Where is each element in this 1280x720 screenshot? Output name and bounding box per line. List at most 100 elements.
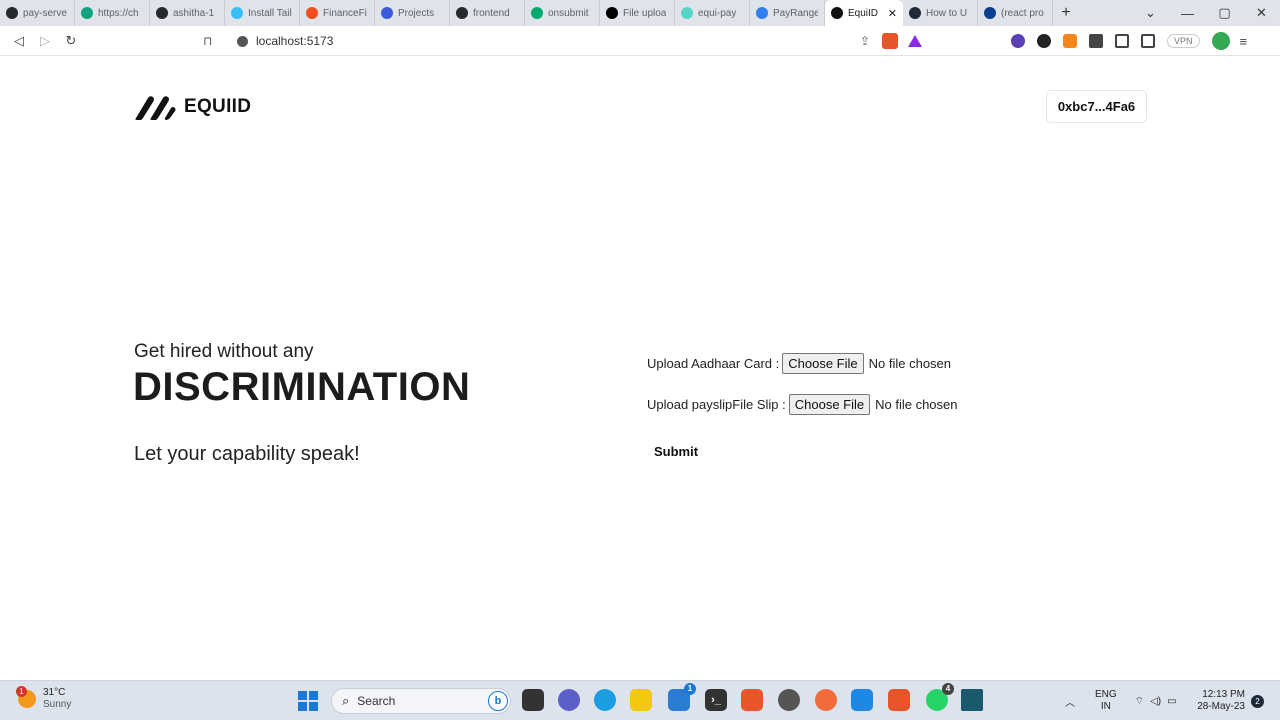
browser-tab[interactable]: Projects [375, 0, 450, 26]
payslip-choose-file-button[interactable]: Choose File [788, 394, 871, 415]
terminal-icon[interactable]: ›_ [705, 689, 727, 711]
hero-headline: DISCRIMINATION [133, 365, 471, 409]
clock-app-icon[interactable] [778, 689, 800, 711]
brave-shields-icon[interactable] [882, 33, 898, 49]
aadhaar-upload-label: Upload Aadhaar Card : [647, 356, 780, 371]
wifi-icon[interactable]: ⌔ [1135, 695, 1144, 708]
replit-icon [681, 7, 693, 19]
browser-tab[interactable]: https://ch [75, 0, 150, 26]
equiid-icon [831, 7, 843, 19]
browser-tab[interactable]: File uploa [600, 0, 675, 26]
back-icon[interactable]: ◁ [6, 33, 32, 49]
browser-tab[interactable]: Install Tail [225, 0, 300, 26]
teams-chat-icon[interactable] [558, 689, 580, 711]
puzzle-icon[interactable] [1089, 34, 1103, 48]
browser-tab-label: File uploa [623, 7, 667, 19]
minimize-icon[interactable]: — [1169, 6, 1206, 21]
browser-tab-label: FinanceFi [323, 7, 367, 19]
browser-tab[interactable]: PayRange [750, 0, 825, 26]
file-explorer-icon[interactable] [630, 689, 652, 711]
browser-tab-label: pay-serve [23, 7, 67, 19]
bing-icon[interactable]: b [488, 691, 508, 711]
wallet-address-button[interactable]: 0xbc7...4Fa6 [1046, 90, 1147, 123]
task-view-icon[interactable] [522, 689, 544, 711]
github-icon [156, 7, 168, 19]
app-icon[interactable] [961, 689, 983, 711]
vpn-button[interactable]: VPN [1167, 34, 1200, 48]
url-text[interactable]: localhost:5173 [256, 34, 333, 48]
browser-tab-label: onsubmit [548, 7, 589, 19]
submit-button[interactable]: Submit [654, 444, 698, 459]
vscode-badge: 1 [684, 683, 696, 695]
browser-tab-label: ashitha-1 [173, 7, 215, 19]
menu-icon[interactable]: ≡ [1240, 34, 1248, 49]
browser-tab[interactable]: (react pro [978, 0, 1053, 26]
restore-icon[interactable]: ▢ [1206, 5, 1243, 21]
new-tab-button[interactable]: + [1053, 4, 1079, 22]
browser-tab[interactable]: frontend [450, 0, 525, 26]
share-icon[interactable]: ⇪ [860, 34, 870, 48]
bookmark-icon[interactable]: ⊓ [203, 34, 212, 48]
address-bar[interactable]: ⊓ localhost:5173 ⇪ [195, 29, 928, 53]
extension-icon[interactable] [1037, 34, 1051, 48]
brand-logo[interactable]: EQUIID [134, 94, 251, 120]
payrange-icon [756, 7, 768, 19]
tab-search-icon[interactable]: ⌄ [1132, 5, 1169, 21]
weather-condition: Sunny [43, 699, 72, 710]
browser-tab-strip: pay-serve https://ch ashitha-1 Install Tail… [0, 0, 1280, 26]
taskbar-search-placeholder: Search [357, 694, 396, 708]
whatsapp-icon[interactable]: 4 [926, 683, 954, 711]
battery-icon[interactable]: ▭ [1167, 696, 1176, 707]
aadhaar-choose-file-button[interactable]: Choose File [782, 353, 864, 374]
taskbar-clock[interactable]: 12:13 PM 28-May-23 [1193, 689, 1245, 713]
metamask-icon[interactable] [1063, 34, 1077, 48]
clock-time: 12:13 PM [1202, 689, 1245, 700]
profile-avatar[interactable] [1211, 32, 1230, 50]
postman-icon[interactable] [815, 689, 837, 711]
extension-icon[interactable] [1011, 34, 1025, 48]
volume-icon[interactable]: ◁) [1150, 696, 1161, 707]
forward-icon[interactable]: ▷ [32, 33, 58, 49]
browser-tab[interactable]: ashitha-1 [150, 0, 225, 26]
browser-tab[interactable]: equi-pay [675, 0, 750, 26]
react-icon [984, 7, 996, 19]
brave-rewards-icon[interactable] [908, 35, 922, 47]
brand-name: EQUIID [184, 96, 252, 117]
sidebar-icon[interactable] [1115, 34, 1129, 48]
close-window-icon[interactable]: ✕ [1243, 5, 1280, 21]
edge-icon[interactable] [594, 689, 616, 711]
language-code: ENG [1095, 689, 1117, 700]
browser-tab[interactable]: How to U [903, 0, 978, 26]
chevron-up-icon[interactable]: ︿ [1065, 694, 1075, 709]
brave-active-icon[interactable] [888, 689, 910, 711]
hero-subline: Let your capability speak! [134, 443, 360, 465]
reload-icon[interactable]: ↻ [58, 33, 84, 49]
notification-badge[interactable]: 2 [1251, 695, 1264, 708]
browser-tab-label: equi-pay [698, 7, 737, 19]
taskbar-search[interactable]: ⌕ Search b [331, 688, 511, 714]
w3schools-icon [531, 7, 543, 19]
a-icon [909, 7, 921, 19]
vscode-insiders-icon[interactable]: 1 [668, 683, 696, 711]
projects-icon [381, 7, 393, 19]
window-controls: ⌄ — ▢ ✕ [1132, 5, 1280, 21]
browser-tab-label: Install Tail [248, 7, 292, 19]
brave-icon[interactable] [741, 689, 763, 711]
browser-tab[interactable]: pay-serve [0, 0, 75, 26]
wallet-icon[interactable] [1141, 34, 1155, 48]
dev-icon [606, 7, 618, 19]
weather-widget[interactable]: 1 31°C Sunny [16, 686, 72, 711]
browser-tab[interactable]: FinanceFi [300, 0, 375, 26]
close-tab-icon[interactable]: ✕ [888, 7, 897, 20]
browser-tab-label: https://ch [98, 7, 139, 19]
start-button[interactable] [298, 691, 318, 711]
browser-tab[interactable]: EquiID ✕ [825, 0, 903, 26]
github-icon [456, 7, 468, 19]
language-indicator[interactable]: ENG IN [1095, 689, 1117, 713]
browser-tab[interactable]: onsubmit [525, 0, 600, 26]
site-info-icon[interactable] [237, 35, 248, 47]
browser-tab-label: How to U [926, 7, 968, 19]
tailwind-icon [231, 7, 243, 19]
vscode-icon[interactable] [851, 689, 873, 711]
browser-toolbar: ◁ ▷ ↻ ⊓ localhost:5173 ⇪ VPN ≡ [0, 26, 1280, 56]
